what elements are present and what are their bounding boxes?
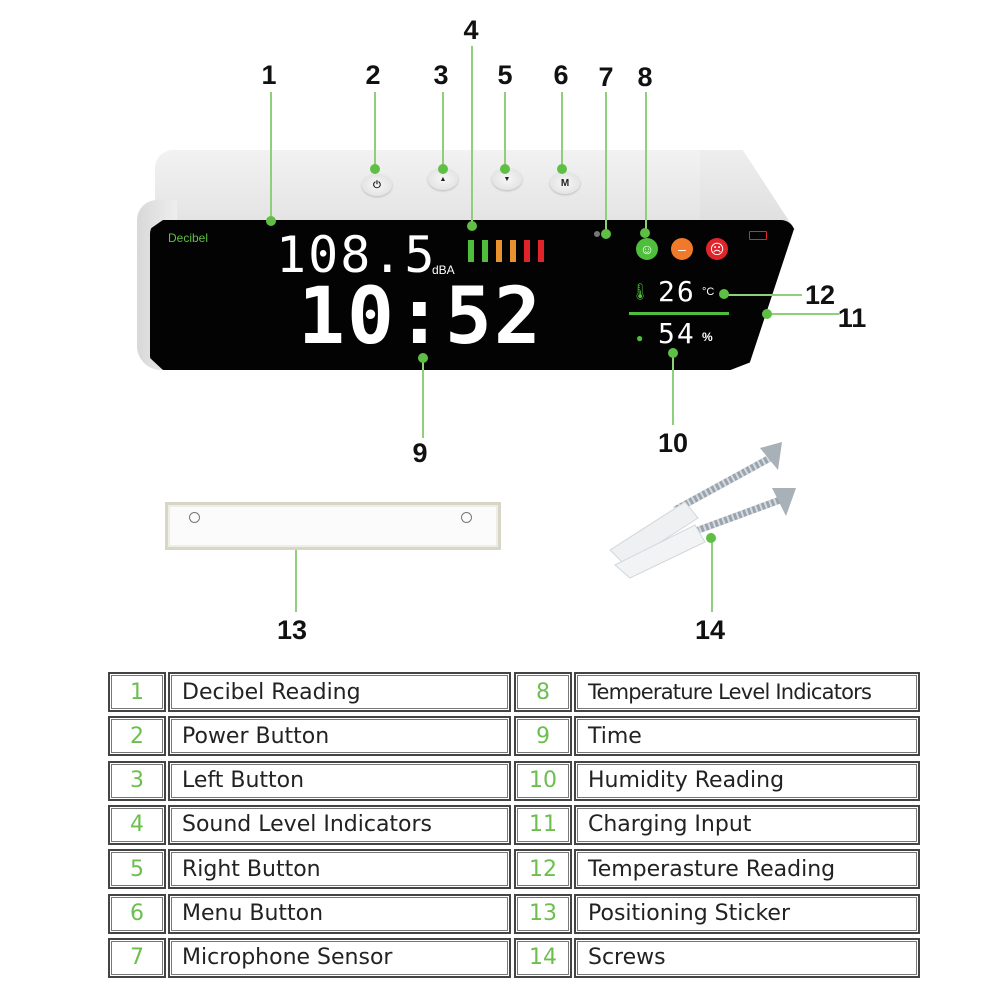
callout-dot-12 — [719, 289, 729, 299]
sound-level-bar — [538, 240, 544, 262]
sound-level-bar — [468, 240, 474, 262]
callout-line-4 — [471, 46, 473, 226]
triangle-up-icon: ▲ — [439, 175, 447, 183]
callout-line-8 — [645, 92, 647, 234]
legend-number: 1 — [108, 672, 166, 712]
callout-line-11 — [767, 313, 839, 315]
legend-label: Sound Level Indicators — [168, 804, 511, 845]
legend-number: 7 — [108, 937, 166, 978]
callout-dot-10 — [668, 348, 678, 358]
humidity-unit: % — [702, 330, 713, 344]
sound-level-bar — [482, 240, 488, 262]
legend-number: 13 — [514, 893, 572, 934]
happy-face-icon: ☺ — [636, 238, 658, 260]
screws-illustration — [609, 442, 796, 579]
callout-dot-11 — [762, 309, 772, 319]
callout-dot-6 — [557, 164, 567, 174]
humidity-reading: 54 — [658, 317, 696, 350]
callout-dot-9 — [418, 353, 428, 363]
temperature-reading: 26 — [658, 275, 696, 308]
callout-dot-2 — [370, 164, 380, 174]
callout-number-2: 2 — [365, 60, 381, 90]
legend-label: Screws — [574, 937, 920, 978]
callout-dot-5 — [500, 164, 510, 174]
legend-label: Humidity Reading — [574, 760, 920, 801]
legend-number: 5 — [108, 849, 166, 890]
callout-line-2 — [374, 92, 376, 170]
callout-line-12 — [724, 294, 802, 296]
legend-label: Time — [574, 716, 920, 757]
callout-number-11: 11 — [837, 303, 867, 333]
callout-dot-3 — [438, 164, 448, 174]
sound-level-bar — [496, 240, 502, 262]
legend-label: Temperature Level Indicators — [574, 672, 920, 712]
legend-number: 11 — [514, 804, 572, 845]
positioning-sticker — [165, 502, 501, 550]
callout-line-6 — [561, 92, 563, 170]
device-top-surface — [155, 150, 735, 230]
temperature-unit: °C — [702, 286, 715, 298]
callout-number-1: 1 — [261, 60, 277, 90]
legend-label: Temperasture Reading — [574, 849, 920, 890]
callout-dot-4 — [467, 221, 477, 231]
legend-number: 2 — [108, 716, 166, 757]
callout-line-1 — [270, 92, 272, 220]
callout-number-6: 6 — [553, 60, 569, 90]
callout-number-8: 8 — [637, 62, 653, 92]
legend-label: Right Button — [168, 849, 511, 890]
temp-humidity-divider — [629, 312, 729, 315]
callout-number-4: 4 — [463, 15, 479, 45]
callout-number-9: 9 — [412, 438, 428, 468]
legend-label: Left Button — [168, 760, 511, 801]
sad-face-icon: ☹ — [706, 238, 728, 260]
callout-line-7 — [605, 92, 607, 234]
callout-line-3 — [442, 92, 444, 170]
sound-level-bar — [524, 240, 530, 262]
callout-line-5 — [504, 92, 506, 170]
neutral-face-icon: – — [671, 238, 693, 260]
callout-number-12: 12 — [804, 280, 836, 310]
menu-button[interactable]: M — [550, 172, 580, 194]
callout-number-7: 7 — [598, 62, 614, 92]
callout-dot-8 — [640, 228, 650, 238]
sound-level-bar — [510, 240, 516, 262]
legend-number: 9 — [514, 716, 572, 757]
thermometer-icon: 🌡 — [630, 284, 651, 301]
callout-line-13 — [295, 540, 297, 612]
legend-number: 14 — [514, 937, 572, 978]
callout-number-5: 5 — [497, 60, 513, 90]
legend-number: 3 — [108, 760, 166, 801]
menu-icon: M — [560, 177, 570, 189]
callout-number-3: 3 — [433, 60, 449, 90]
power-button[interactable]: ⏻ — [362, 174, 392, 196]
device-top-right-bevel — [700, 150, 795, 230]
legend-number: 6 — [108, 893, 166, 934]
legend-label: Power Button — [168, 716, 511, 757]
microphone-sensor — [594, 231, 600, 237]
legend-number: 10 — [514, 760, 572, 801]
callout-line-9 — [422, 358, 424, 438]
legend-label: Menu Button — [168, 893, 511, 934]
screen-decibel-label: Decibel — [168, 231, 209, 245]
callout-number-14: 14 — [694, 615, 726, 645]
legend-label: Positioning Sticker — [574, 893, 920, 934]
triangle-down-icon: ▼ — [503, 175, 511, 183]
legend-label: Microphone Sensor — [168, 937, 511, 978]
callout-number-13: 13 — [276, 615, 308, 645]
callout-dot-7 — [601, 229, 611, 239]
legend-number: 12 — [514, 849, 572, 890]
power-icon: ⏻ — [373, 179, 381, 191]
battery-icon — [749, 231, 767, 240]
legend-number: 8 — [514, 672, 572, 712]
callout-line-10 — [672, 353, 674, 425]
legend-label: Decibel Reading — [168, 672, 511, 712]
time-display: 10:52 — [298, 272, 543, 362]
callout-dot-1 — [266, 216, 276, 226]
mounting-hole-icon — [189, 512, 200, 523]
mounting-hole-icon — [461, 512, 472, 523]
legend-number: 4 — [108, 804, 166, 845]
legend-label: Charging Input — [574, 804, 920, 845]
humidity-drop-icon: ● — [636, 331, 644, 345]
